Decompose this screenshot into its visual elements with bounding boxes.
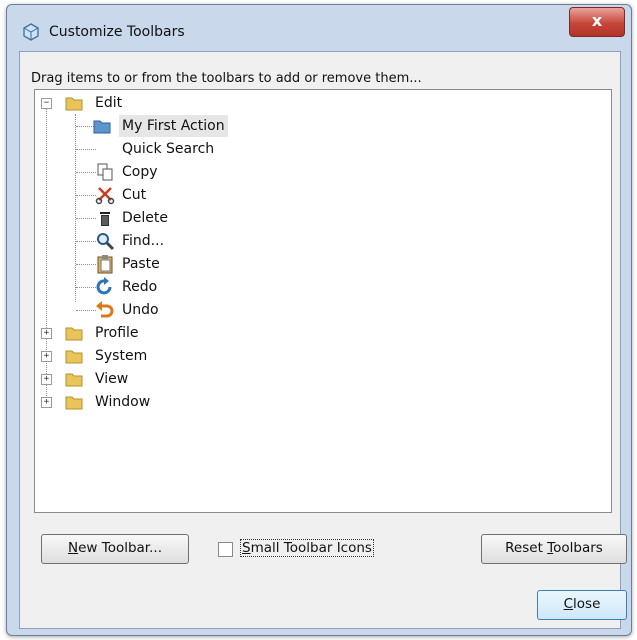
- tree-item-cut[interactable]: Cut: [35, 184, 335, 206]
- copy-icon: [97, 163, 113, 181]
- expand-toggle[interactable]: +: [41, 374, 52, 385]
- tree-item-label: Redo: [122, 279, 158, 295]
- cut-icon: [95, 187, 115, 205]
- tree-node-window[interactable]: + Window: [35, 391, 235, 413]
- button-label-rest: lose: [573, 596, 601, 612]
- new-toolbar-button[interactable]: New Toolbar...: [41, 534, 189, 564]
- dialog-content: Drag items to or from the toolbars to ad…: [19, 51, 627, 629]
- tree-item-label: My First Action: [119, 115, 228, 137]
- expand-toggle[interactable]: +: [41, 397, 52, 408]
- tree-item-label: Cut: [122, 187, 147, 203]
- button-label-prefix: Reset: [505, 540, 548, 556]
- toolbar-items-tree[interactable]: − Edit My First Action Quick Search Copy…: [34, 89, 612, 513]
- tree-item-label: Paste: [122, 256, 160, 272]
- reset-toolbars-button[interactable]: Reset Toolbars: [481, 534, 627, 564]
- tree-node-label: System: [95, 348, 148, 364]
- mnemonic-letter: S: [242, 540, 251, 556]
- tree-item-paste[interactable]: Paste: [35, 253, 335, 275]
- tree-node-label: Window: [95, 394, 151, 410]
- label-rest: mall Toolbar Icons: [250, 540, 372, 556]
- folder-icon: [65, 327, 83, 341]
- small-toolbar-icons-label[interactable]: Small Toolbar Icons: [240, 539, 374, 557]
- app-cube-icon: [23, 23, 39, 41]
- button-label-rest: ew Toolbar...: [78, 540, 162, 556]
- folder-icon: [65, 373, 83, 387]
- folder-icon: [65, 396, 83, 410]
- undo-icon: [96, 301, 114, 318]
- tree-node-profile[interactable]: + Profile: [35, 322, 235, 344]
- tree-item-copy[interactable]: Copy: [35, 161, 335, 183]
- title-bar[interactable]: Customize Toolbars x: [7, 5, 631, 51]
- tree-item-undo[interactable]: Undo: [35, 299, 335, 321]
- collapse-toggle[interactable]: −: [41, 98, 52, 109]
- tree-item-label: Copy: [122, 164, 158, 180]
- window-close-button[interactable]: x: [569, 7, 625, 37]
- folder-icon: [65, 97, 83, 111]
- tree-node-label: Edit: [95, 95, 123, 111]
- mnemonic-letter: C: [563, 596, 574, 612]
- tree-item-label: Undo: [122, 302, 159, 318]
- customize-toolbars-dialog: Customize Toolbars x Drag items to or fr…: [6, 4, 632, 636]
- tree-node-label: View: [95, 371, 129, 387]
- small-toolbar-icons-checkbox[interactable]: [218, 542, 233, 557]
- close-button[interactable]: Close: [537, 590, 627, 620]
- trash-icon: [100, 212, 110, 226]
- folder-blue-icon: [93, 120, 111, 134]
- expand-toggle[interactable]: +: [41, 328, 52, 339]
- expand-toggle[interactable]: +: [41, 351, 52, 362]
- magnifier-icon: [97, 233, 115, 251]
- tree-item-redo[interactable]: Redo: [35, 276, 335, 298]
- tree-item-label: Quick Search: [122, 141, 215, 157]
- tree-item-label: Find...: [122, 233, 165, 249]
- tree-node-label: Profile: [95, 325, 139, 341]
- tree-node-edit[interactable]: − Edit: [35, 92, 235, 114]
- window-title: Customize Toolbars: [49, 24, 185, 40]
- tree-item-delete[interactable]: Delete: [35, 207, 335, 229]
- tree-node-view[interactable]: + View: [35, 368, 235, 390]
- mnemonic-letter: N: [68, 540, 79, 556]
- redo-icon: [96, 277, 112, 295]
- tree-node-system[interactable]: + System: [35, 345, 235, 367]
- paste-icon: [97, 255, 113, 274]
- tree-item-my-first-action[interactable]: My First Action: [35, 115, 335, 137]
- tree-item-label: Delete: [122, 210, 168, 226]
- tree-item-quick-search[interactable]: Quick Search: [35, 138, 335, 160]
- button-label-rest: oolbars: [553, 540, 603, 556]
- folder-icon: [65, 350, 83, 364]
- instruction-text: Drag items to or from the toolbars to ad…: [31, 71, 422, 86]
- tree-item-find[interactable]: Find...: [35, 230, 335, 252]
